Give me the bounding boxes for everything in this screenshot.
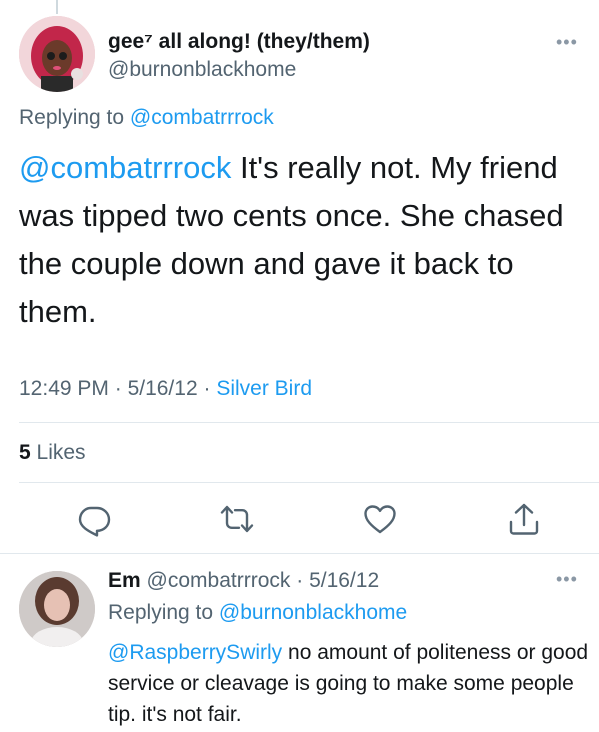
likes-label: Likes [36, 441, 86, 464]
replying-to-link[interactable]: @burnonblackhome [219, 601, 407, 624]
user-handle[interactable]: @burnonblackhome [108, 58, 296, 82]
thread-connector-line [56, 0, 58, 14]
meta-separator: · [203, 377, 217, 400]
tweet-date[interactable]: 5/16/12 [309, 569, 379, 592]
display-name[interactable]: Em [108, 569, 141, 592]
meta-separator: · [114, 377, 128, 400]
like-button[interactable] [362, 501, 398, 537]
tweet-date[interactable]: 5/16/12 [128, 377, 198, 400]
replying-to: Replying to @combatrrrock [19, 106, 274, 130]
replying-to-link[interactable]: @combatrrrock [130, 106, 274, 129]
user-handle[interactable]: @combatrrrock [147, 569, 291, 592]
mention-link[interactable]: @RaspberrySwirly [108, 641, 282, 664]
display-name[interactable]: gee⁷ all along! (they/them) [108, 30, 370, 54]
reply-icon [78, 506, 111, 537]
more-icon[interactable]: ••• [556, 32, 578, 53]
avatar[interactable] [19, 16, 95, 92]
retweet-button[interactable] [219, 501, 255, 537]
like-icon [364, 505, 396, 534]
tweet-time[interactable]: 12:49 PM [19, 377, 109, 400]
likes-count[interactable]: 5 Likes [19, 441, 86, 465]
tweet-text: @combatrrrock It's really not. My friend… [19, 144, 594, 336]
mention-link[interactable]: @combatrrrock [19, 150, 231, 185]
replying-prefix: Replying to [108, 601, 214, 624]
retweet-icon [220, 505, 254, 533]
more-icon[interactable]: ••• [556, 569, 578, 590]
tweet-text: @RaspberrySwirly no amount of politeness… [108, 637, 596, 730]
reply-button[interactable] [76, 501, 112, 537]
tweet-meta: 12:49 PM · 5/16/12 · Silver Bird [19, 377, 312, 401]
divider [19, 482, 599, 483]
reply-header: Em @combatrrrock · 5/16/12 [108, 569, 379, 593]
tweet-source[interactable]: Silver Bird [216, 377, 312, 400]
avatar[interactable] [19, 571, 95, 647]
divider [19, 422, 599, 423]
replying-to: Replying to @burnonblackhome [108, 601, 407, 625]
replying-prefix: Replying to [19, 106, 125, 129]
meta-separator: · [296, 569, 304, 592]
divider [0, 553, 599, 554]
share-button[interactable] [506, 501, 542, 537]
likes-number: 5 [19, 441, 31, 464]
share-icon [509, 503, 539, 535]
